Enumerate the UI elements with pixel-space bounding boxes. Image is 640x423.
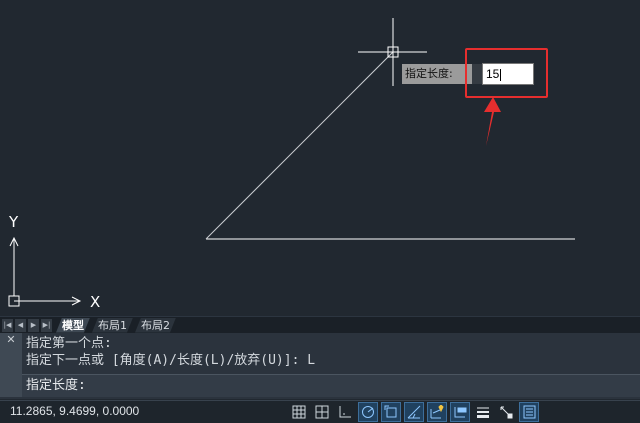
dynamic-ucs-icon[interactable] [450, 402, 470, 422]
layout-tabs-bar: |◀ ◀ ▶ ▶| 模型 布局1 布局2 [0, 316, 640, 333]
last-tab-button[interactable]: ▶| [41, 318, 52, 332]
object-snap-tracking-icon[interactable] [427, 402, 447, 422]
history-line: 指定下一点或 [角度(A)/长度(L)/放弃(U)]: L [26, 353, 316, 368]
annotation-arrow [484, 97, 501, 146]
close-icon: ✕ [6, 333, 16, 346]
history-line: 指定第一个点: [26, 336, 112, 351]
isometric-drafting-icon[interactable] [404, 402, 424, 422]
command-prompt: 指定长度: [26, 378, 86, 393]
next-tab-button[interactable]: ▶ [28, 318, 39, 332]
command-close-button[interactable]: ✕ [0, 333, 22, 397]
command-line-window: ✕ 指定第一个点: 指定下一点或 [角度(A)/长度(L)/放弃(U)]: L 指… [0, 333, 640, 399]
selection-cycling-icon[interactable] [497, 403, 515, 421]
coordinate-readout[interactable]: 11.2865, 9.4699, 0.0000 [10, 404, 139, 418]
customization-icon[interactable] [519, 402, 539, 422]
first-tab-button[interactable]: |◀ [2, 318, 13, 332]
object-snap-icon[interactable] [381, 402, 401, 422]
previous-tab-button[interactable]: ◀ [15, 318, 26, 332]
status-toggles [290, 402, 543, 422]
polar-tracking-icon[interactable] [358, 402, 378, 422]
command-history: 指定第一个点: 指定下一点或 [角度(A)/长度(L)/放弃(U)]: L [26, 335, 315, 369]
tab-layout1[interactable]: 布局1 [92, 318, 133, 333]
tab-model[interactable]: 模型 [56, 318, 90, 333]
status-bar: 11.2865, 9.4699, 0.0000 [0, 400, 640, 423]
grid-display-icon[interactable] [290, 403, 308, 421]
lineweight-icon[interactable] [474, 403, 492, 421]
drawing-canvas[interactable]: Y X 指定长度: 15 [0, 0, 640, 316]
tab-layout2[interactable]: 布局2 [135, 318, 176, 333]
ortho-mode-icon[interactable] [336, 403, 354, 421]
snap-mode-icon[interactable] [313, 403, 331, 421]
command-input[interactable]: 指定长度: [22, 374, 640, 397]
